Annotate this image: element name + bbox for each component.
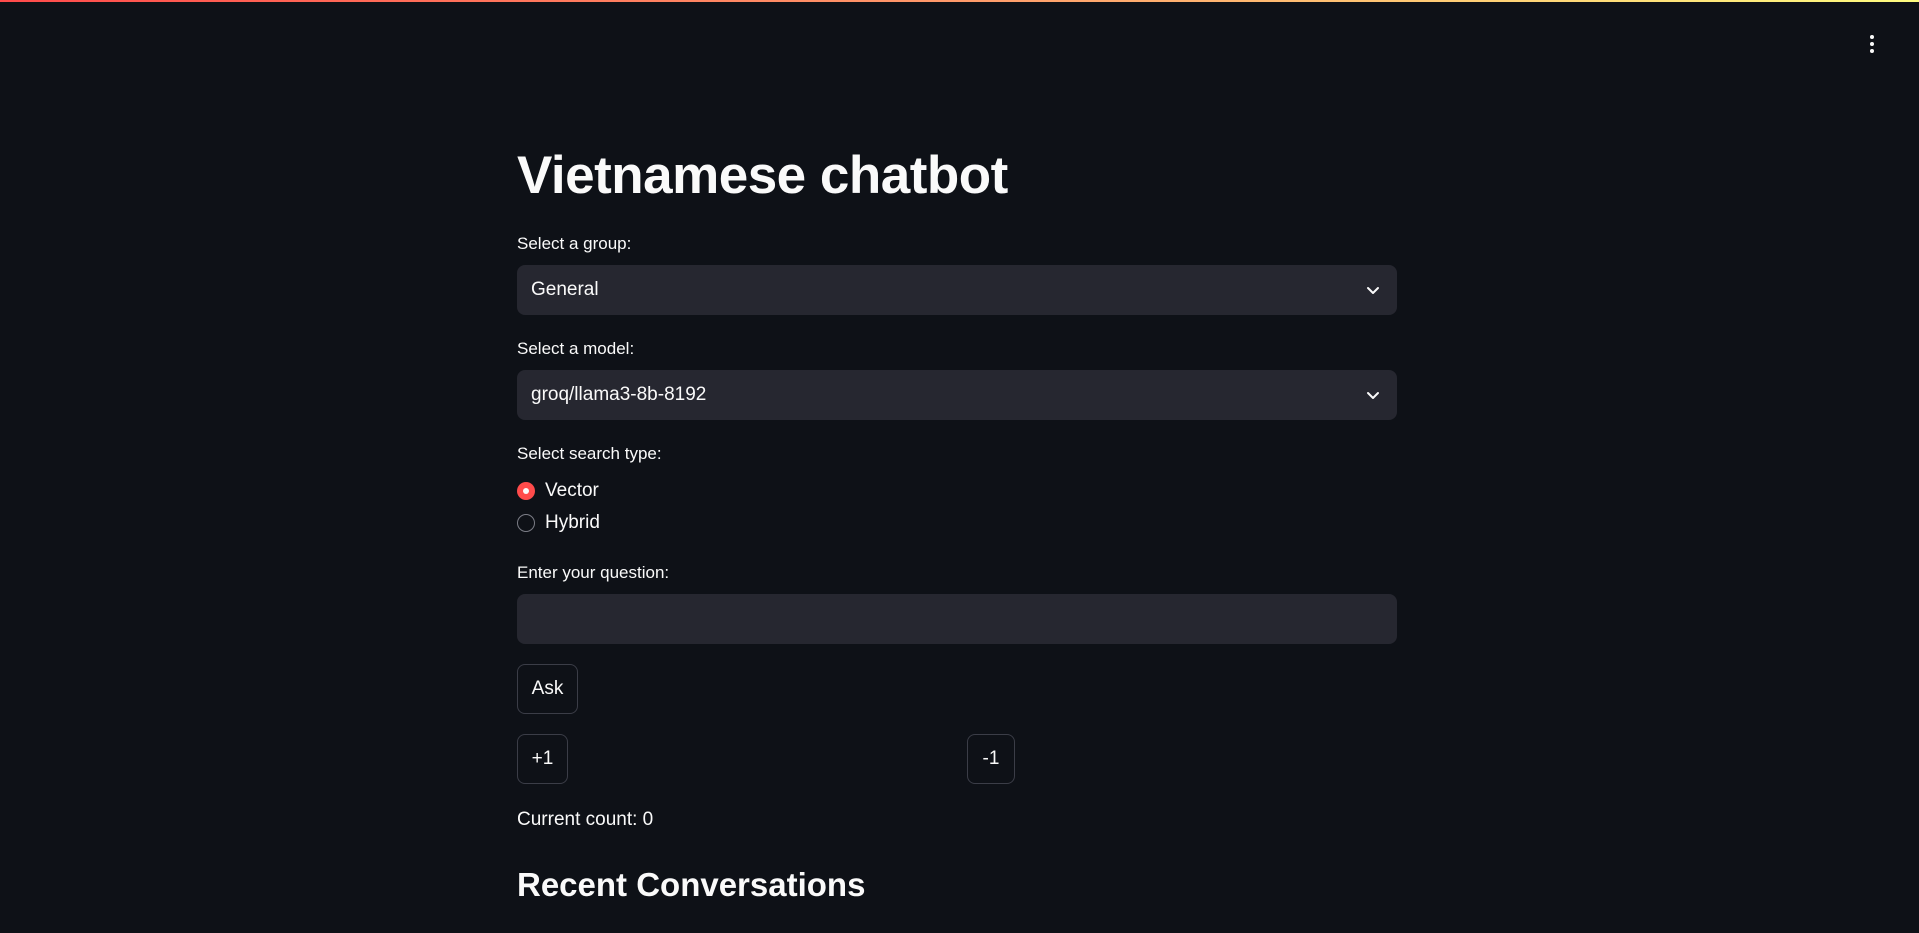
group-select[interactable]: General [517,265,1397,315]
increment-button[interactable]: +1 [517,734,568,784]
group-select-label: Select a group: [517,234,632,253]
question-input[interactable] [517,594,1397,644]
recent-conversations-heading: Recent Conversations [517,866,866,903]
radio-option-vector[interactable]: Vector [517,480,599,502]
group-select-value: General [531,279,599,300]
model-select-value: groq/llama3-8b-8192 [531,384,707,405]
ask-button[interactable]: Ask [517,664,578,714]
radio-unselected-icon [517,514,535,532]
radio-option-label: Vector [545,480,599,501]
vertical-ellipsis-icon [1870,35,1874,53]
page-title: Vietnamese chatbot [517,146,1008,205]
chevron-down-icon [1363,385,1383,405]
top-decoration-bar [0,0,1919,2]
model-select-label: Select a model: [517,339,635,358]
current-count: Current count: 0 [517,809,654,830]
search-type-label: Select search type: [517,444,662,463]
main-menu-button[interactable] [1860,30,1884,58]
model-select[interactable]: groq/llama3-8b-8192 [517,370,1397,420]
chevron-down-icon [1363,280,1383,300]
question-label: Enter your question: [517,563,670,582]
radio-option-label: Hybrid [545,512,600,533]
radio-option-hybrid[interactable]: Hybrid [517,512,600,534]
decrement-button[interactable]: -1 [967,734,1015,784]
radio-selected-icon [517,482,535,500]
